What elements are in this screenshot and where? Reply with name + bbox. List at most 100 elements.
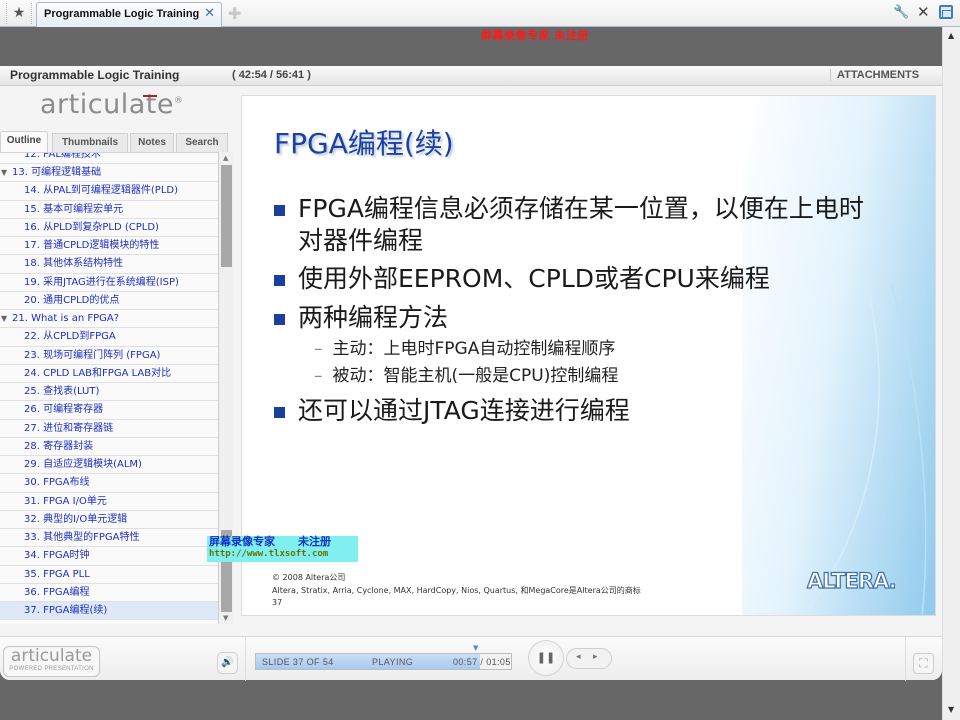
outline-item[interactable]: 32. 典型的I/O单元逻辑 <box>0 511 218 529</box>
altera-logo: ALTERA. <box>806 568 897 593</box>
outline-scroll-up-icon[interactable]: ▲ <box>223 154 228 162</box>
dash-icon: – <box>314 366 323 386</box>
wrench-icon[interactable]: 🔧 <box>893 5 909 20</box>
tab-search[interactable]: Search <box>176 133 228 152</box>
outline-item-label: 19. 采用JTAG进行在系统编程(ISP) <box>24 276 179 288</box>
watermark-bottom: 屏幕录像专家 未注册 http://www.tlxsoft.com <box>207 536 358 562</box>
slide-nav-buttons: ◂ ▸ <box>566 648 612 669</box>
slide-bullet: 还可以通过JTAG连接进行编程 <box>274 395 884 427</box>
scrubber-handle-icon[interactable]: ▼ <box>473 644 478 652</box>
outline-item[interactable]: 15. 基本可编程宏单元 <box>0 201 218 219</box>
next-slide-button[interactable]: ▸ <box>593 652 598 662</box>
outline-item[interactable]: 19. 采用JTAG进行在系统编程(ISP) <box>0 274 218 292</box>
outline-item[interactable]: 36. FPGA编程 <box>0 584 218 602</box>
outline-item[interactable]: 34. FPGA时钟 <box>0 547 218 566</box>
scroll-up-icon[interactable]: ▲ <box>948 31 954 40</box>
slide-title: FPGA编程(续) <box>274 127 454 160</box>
outline-item-label: 26. 可编程寄存器 <box>24 404 104 416</box>
course-time: ( 42:54 / 56:41 ) <box>232 69 311 81</box>
outline-item[interactable]: 28. 寄存器封装 <box>0 438 218 456</box>
outline-item-label: 31. FPGA I/O单元 <box>24 495 107 507</box>
bullet-square-icon <box>274 407 285 418</box>
outline-item[interactable]: 18. 其他体系结构特性 <box>0 255 218 274</box>
outline-item-label: 16. 从PLD到复杂PLD (CPLD) <box>24 221 159 233</box>
outline-item[interactable]: 23. 现场可编程门阵列 (FPGA) <box>0 347 218 365</box>
page-scrollbar[interactable]: ▲ ▼ <box>942 27 960 720</box>
tab-thumbnails[interactable]: Thumbnails <box>52 133 128 152</box>
outline-item[interactable]: 35. FPGA PLL <box>0 566 218 584</box>
logo-registered-mark: ® <box>173 96 184 106</box>
outline-item[interactable]: 20. 通用CPLD的优点 <box>0 292 218 310</box>
outline-item-label: 28. 寄存器封装 <box>24 440 94 452</box>
outline-item-label: 23. 现场可编程门阵列 (FPGA) <box>24 349 161 361</box>
divider <box>245 637 246 681</box>
expand-triangle-icon[interactable]: ▼ <box>1 310 7 327</box>
outline-item[interactable]: 22. 从CPLD到FPGA <box>0 328 218 347</box>
outline-item[interactable]: 14. 从PAL到可编程逻辑器件(PLD) <box>0 182 218 201</box>
bullet-square-icon <box>274 314 285 325</box>
progress-bar[interactable]: SLIDE 37 OF 54 PLAYING 00:57 / 01:05 <box>255 653 512 670</box>
tab-close-icon[interactable]: ✕ <box>204 6 215 21</box>
outline-scroll-down-icon[interactable]: ▼ <box>223 614 228 622</box>
course-title: Programmable Logic Training <box>10 68 180 82</box>
outline-item-label: 33. 其他典型的FPGA特性 <box>24 532 140 543</box>
slide-bullet: 使用外部EEPROM、CPLD或者CPU来编程 <box>274 263 884 295</box>
slide-footer-copyright: © 2008 Altera公司 <box>272 573 346 582</box>
tab-outline[interactable]: Outline <box>0 131 48 152</box>
scroll-down-icon[interactable]: ▼ <box>948 705 954 714</box>
logo-text: articulate <box>40 89 174 120</box>
outline-item-label: 13. 可编程逻辑基础 <box>12 167 102 178</box>
outline-item[interactable]: ▼ 13. 可编程逻辑基础 <box>0 164 218 183</box>
outline-item[interactable]: 25. 查找表(LUT) <box>0 383 218 402</box>
outline-item[interactable]: 31. FPGA I/O单元 <box>0 493 218 511</box>
tab-notes[interactable]: Notes <box>130 133 174 152</box>
outline-item-label: 27. 进位和寄存器链 <box>24 422 114 434</box>
outline-item[interactable]: 17. 普通CPLD逻辑模块的特性 <box>0 237 218 256</box>
attachments-button[interactable]: ATTACHMENTS <box>830 69 919 81</box>
outline-item-label: 21. What is an FPGA? <box>12 313 120 324</box>
slide-bullet: 两种编程方法 <box>274 302 884 334</box>
browser-tab-bar: ★ Programmable Logic Training ✕ ✚ 🔧 ✕ <box>0 0 960 27</box>
new-tab-icon[interactable]: ✚ <box>228 4 241 23</box>
outline-item[interactable]: 24. CPLD LAB和FPGA LAB对比 <box>0 365 218 383</box>
outline-item[interactable]: 37. FPGA编程(续) <box>0 602 218 621</box>
outline-item-label: 22. 从CPLD到FPGA <box>24 331 116 343</box>
outline-item[interactable]: ▼ 21. What is an FPGA? <box>0 310 218 329</box>
fullscreen-icon[interactable]: ⛶ <box>913 653 934 674</box>
outline-item-label: 24. CPLD LAB和FPGA LAB对比 <box>24 367 172 379</box>
dash-icon: – <box>314 339 323 359</box>
outline-scroll-thumb[interactable] <box>221 165 232 267</box>
outline-item-label: 17. 普通CPLD逻辑模块的特性 <box>24 240 160 251</box>
outline-item-label: 29. 自适应逻辑模块(ALM) <box>24 459 142 470</box>
outline-item[interactable]: 16. 从PLD到复杂PLD (CPLD) <box>0 219 218 237</box>
outline-item-label: 15. 基本可编程宏单元 <box>24 203 124 215</box>
volume-icon[interactable]: 🔊 <box>217 652 238 674</box>
slide-footer-trademark: Altera, Stratix, Arria, Cyclone, MAX, Ha… <box>272 586 641 595</box>
logo-accent <box>143 95 157 97</box>
window-restore-icon[interactable] <box>939 5 953 19</box>
articulate-branding[interactable]: articulate POWERED PRESENTATION <box>3 646 100 677</box>
outline-item[interactable]: 26. 可编程寄存器 <box>0 401 218 420</box>
bullet-square-icon <box>274 205 285 216</box>
outline-item-label: 25. 查找表(LUT) <box>24 386 100 397</box>
browser-tab[interactable]: Programmable Logic Training ✕ <box>36 2 222 27</box>
outline-item-label: 12. PAL编程技术 <box>24 152 101 160</box>
bullet-square-icon <box>274 275 285 286</box>
outline-item[interactable]: 30. FPGA布线 <box>0 474 218 493</box>
window-close-icon[interactable]: ✕ <box>917 3 930 21</box>
slide-counter: SLIDE 37 OF 54 <box>262 657 334 667</box>
articulate-player: Programmable Logic Training ( 42:54 / 56… <box>0 66 942 680</box>
outline-item-label: 30. FPGA布线 <box>24 477 90 489</box>
player-controls: articulate POWERED PRESENTATION 🔊 ▼ SLID… <box>0 636 942 681</box>
outline-item[interactable]: 33. 其他典型的FPGA特性 <box>0 529 218 548</box>
slide-page-number: 37 <box>272 598 283 607</box>
pause-button[interactable]: ❚❚ <box>528 640 564 676</box>
previous-slide-button[interactable]: ◂ <box>576 652 581 662</box>
outline-item[interactable]: 12. PAL编程技术 <box>0 153 218 164</box>
outline-item[interactable]: 27. 进位和寄存器链 <box>0 420 218 438</box>
outline-item[interactable]: 29. 自适应逻辑模块(ALM) <box>0 456 218 475</box>
outline-item-label: 34. FPGA时钟 <box>24 550 90 562</box>
bookmark-star-icon[interactable]: ★ <box>6 3 32 24</box>
watermark-top: 屏幕录像专家 未注册 <box>481 29 589 42</box>
expand-triangle-icon[interactable]: ▼ <box>1 164 7 181</box>
